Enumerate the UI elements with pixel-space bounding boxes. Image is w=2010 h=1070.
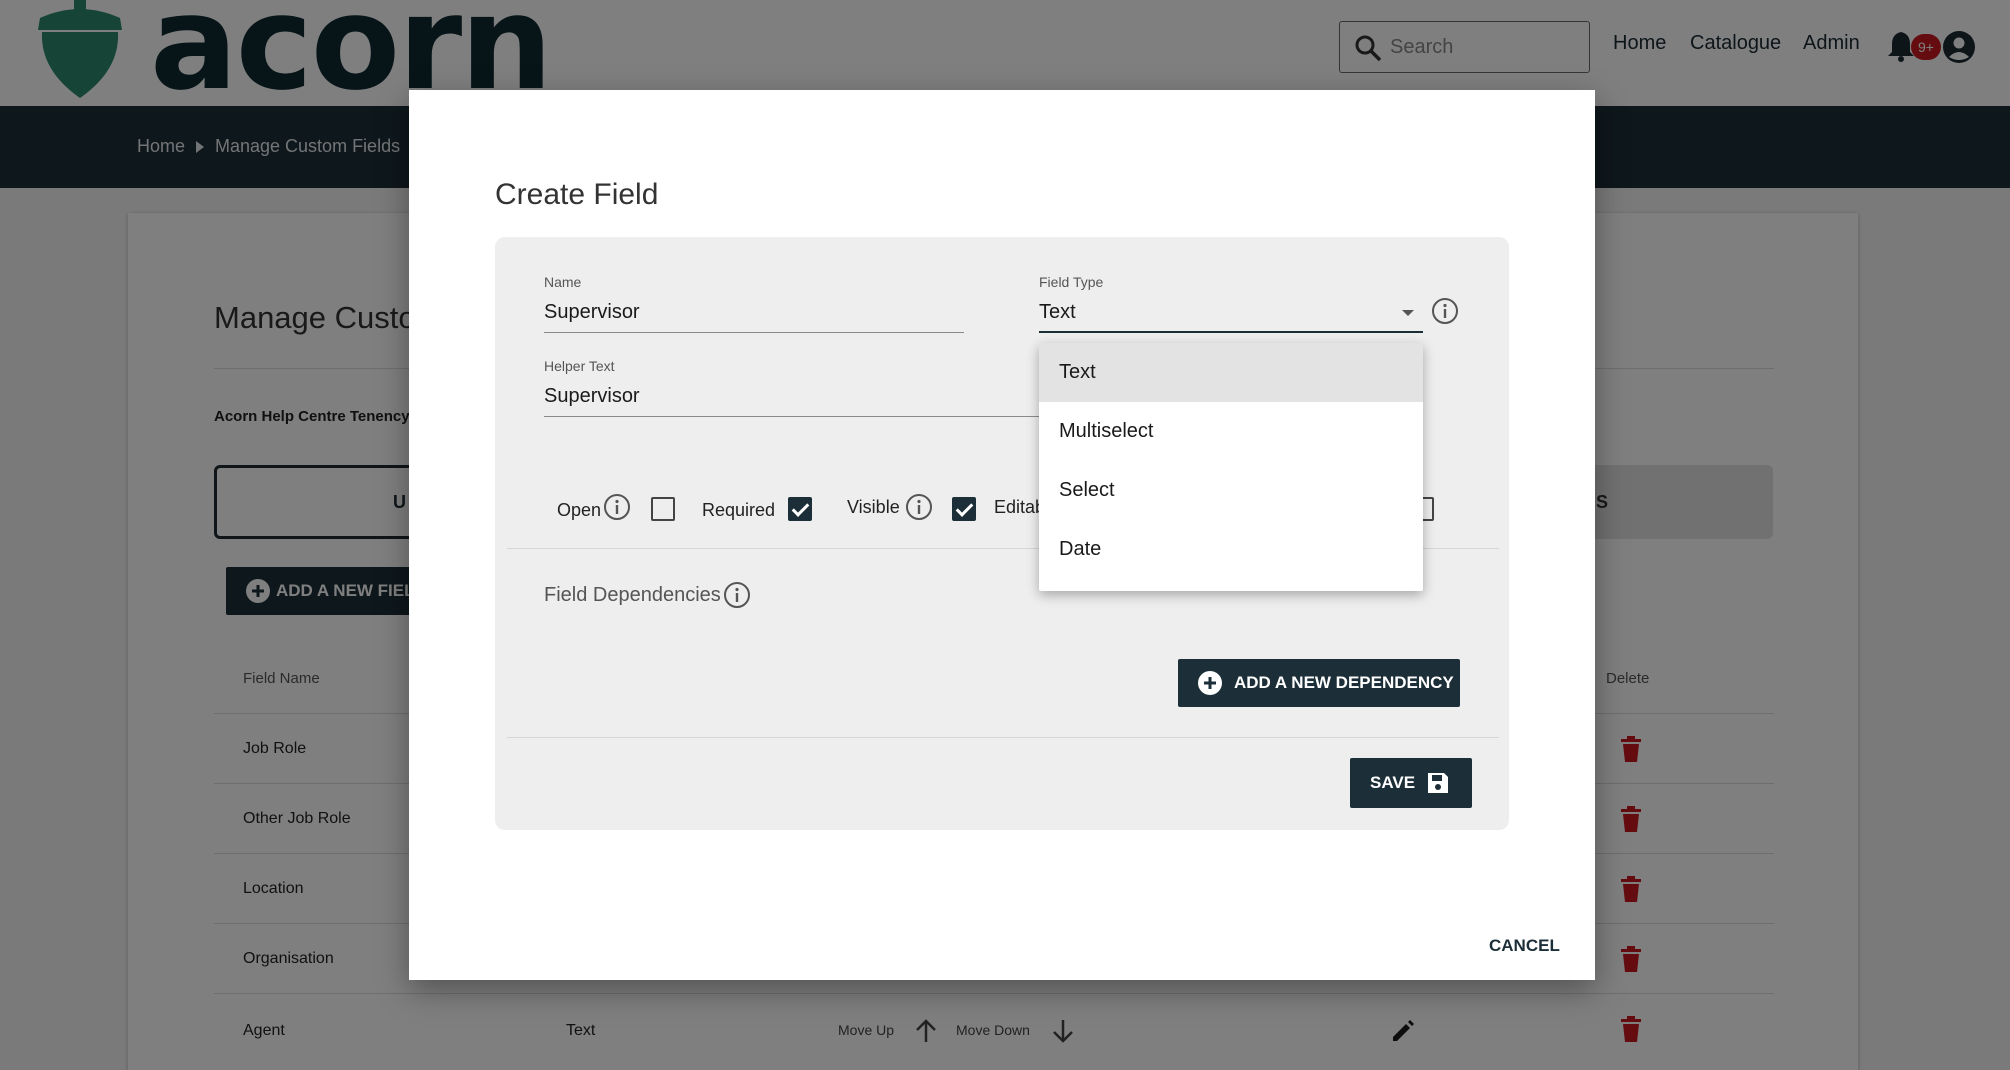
- field-type-underline: [1039, 331, 1423, 333]
- info-icon[interactable]: [723, 581, 751, 609]
- dropdown-caret-icon[interactable]: [1402, 310, 1414, 316]
- name-label: Name: [544, 274, 582, 290]
- editable-label: Editab: [994, 497, 1046, 517]
- info-icon[interactable]: [603, 493, 631, 521]
- menu-item-text[interactable]: Text: [1039, 343, 1423, 402]
- save-label: SAVE: [1370, 773, 1416, 792]
- field-type-label: Field Type: [1039, 274, 1104, 290]
- required-label: Required: [702, 500, 776, 520]
- info-icon[interactable]: [905, 493, 933, 521]
- menu-item-multiselect[interactable]: Multiselect: [1039, 402, 1423, 461]
- name-underline: [544, 332, 964, 333]
- add-circle-icon: [1198, 671, 1222, 695]
- menu-item-select[interactable]: Select: [1039, 461, 1423, 520]
- field-type-menu: Text Multiselect Select Date: [1039, 343, 1423, 591]
- helper-text-input[interactable]: Supervisor: [544, 385, 640, 408]
- dialog-title: Create Field: [495, 178, 659, 211]
- field-dependencies-label: Field Dependencies: [544, 584, 721, 606]
- open-label: Open: [557, 500, 602, 520]
- add-dependency-label: ADD A NEW DEPENDENCY: [1234, 673, 1454, 692]
- info-icon[interactable]: [1431, 297, 1459, 325]
- visible-checkbox[interactable]: [952, 497, 976, 521]
- name-input[interactable]: Supervisor: [544, 301, 640, 324]
- save-button[interactable]: SAVE: [1350, 758, 1472, 808]
- helper-text-label: Helper Text: [544, 358, 615, 374]
- cancel-button[interactable]: CANCEL: [1489, 936, 1560, 956]
- save-floppy-icon: [1428, 773, 1448, 793]
- add-dependency-button[interactable]: ADD A NEW DEPENDENCY: [1178, 659, 1460, 707]
- field-type-select[interactable]: Text: [1039, 301, 1076, 324]
- visible-label: Visible: [847, 497, 900, 517]
- panel-divider: [507, 737, 1499, 738]
- open-checkbox[interactable]: [651, 497, 675, 521]
- required-checkbox[interactable]: [788, 497, 812, 521]
- menu-item-date[interactable]: Date: [1039, 520, 1423, 579]
